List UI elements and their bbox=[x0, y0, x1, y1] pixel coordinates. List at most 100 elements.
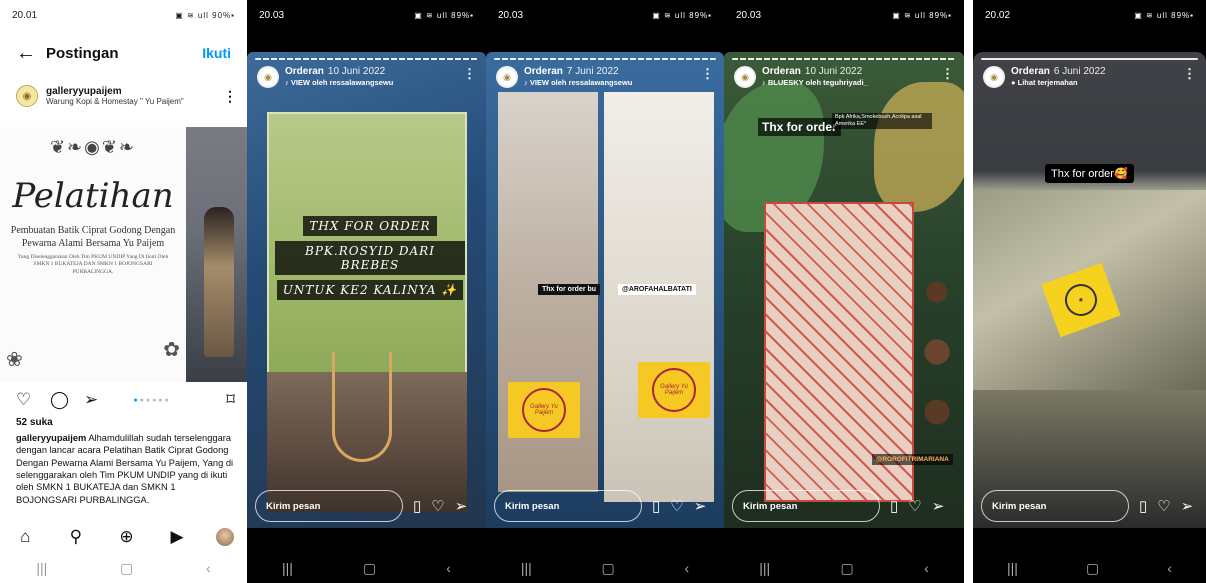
story-screen-1: 20.03 ▣ ≋ ull 89%▪ THX FOR ORDER BPK.ROS… bbox=[247, 0, 486, 583]
more-options-icon[interactable]: ⋮ bbox=[701, 66, 714, 82]
mention-sticker[interactable]: @AROFAHALBATATI bbox=[618, 284, 696, 295]
more-options-icon[interactable]: ⋮ bbox=[1183, 66, 1196, 82]
story-date: 10 Juni 2022 bbox=[327, 66, 386, 77]
home-icon[interactable]: ⌂ bbox=[13, 527, 37, 547]
see-translation-link[interactable]: ● Lihat terjemahan bbox=[1011, 78, 1183, 87]
story-account[interactable]: Orderan bbox=[285, 66, 324, 77]
create-plus-icon[interactable]: ⊕ bbox=[114, 527, 138, 547]
post-actions: ♡ ◯ ➢ ●●●●●● ⌑ bbox=[16, 388, 235, 412]
story-account[interactable]: Orderan bbox=[524, 66, 563, 77]
story-music[interactable]: ♪ VIEW oleh ressalawangsewu bbox=[285, 78, 463, 87]
reels-icon[interactable]: ▶ bbox=[165, 527, 189, 547]
share-send-icon[interactable]: ➢ bbox=[455, 497, 468, 515]
highlight-icon[interactable]: ▯ bbox=[652, 497, 660, 515]
home-button-icon[interactable]: ▢ bbox=[363, 560, 376, 577]
story-media[interactable]: THX FOR ORDER BPK.ROSYID DARI BREBES UNT… bbox=[247, 52, 486, 528]
story-progress bbox=[494, 58, 716, 60]
story-account[interactable]: Orderan bbox=[1011, 66, 1050, 77]
like-heart-icon[interactable]: ♡ bbox=[1157, 497, 1170, 515]
back-arrow-icon[interactable]: ← bbox=[16, 42, 46, 65]
share-send-icon[interactable]: ➢ bbox=[1181, 497, 1194, 515]
highlight-icon[interactable]: ▯ bbox=[1139, 497, 1147, 515]
like-heart-icon[interactable]: ♡ bbox=[670, 497, 683, 515]
story-music[interactable]: ♪ VIEW oleh ressalawangsewu bbox=[524, 78, 701, 87]
home-button-icon[interactable]: ▢ bbox=[120, 560, 133, 577]
more-options-icon[interactable]: ⋮ bbox=[463, 66, 476, 82]
send-message-input[interactable]: Kirim pesan bbox=[255, 490, 403, 522]
home-button-icon[interactable]: ▢ bbox=[602, 560, 615, 577]
recents-icon[interactable]: ||| bbox=[759, 560, 770, 576]
back-icon[interactable]: ‹ bbox=[924, 560, 929, 576]
like-heart-icon[interactable]: ♡ bbox=[431, 497, 444, 515]
story-text-sub: Bpk Afrika,Smokebush,Acolipa asal Amerik… bbox=[832, 113, 932, 130]
status-bar: 20.02 ▣ ≋ ull 89%▪ bbox=[973, 0, 1206, 30]
story-music[interactable]: ♪ BLUESKY oleh teguhriyadi_ bbox=[762, 78, 941, 87]
home-button-icon[interactable]: ▢ bbox=[1086, 560, 1099, 577]
recents-icon[interactable]: ||| bbox=[1007, 560, 1018, 576]
status-icons: ▣ ≋ ull 90%▪ bbox=[175, 10, 235, 20]
carousel-dots: ●●●●●● bbox=[133, 396, 171, 404]
highlight-icon[interactable]: ▯ bbox=[890, 497, 898, 515]
story-media[interactable]: Thx for order bu @AROFAHALBATATI Gallery… bbox=[486, 52, 724, 528]
search-icon[interactable]: ⚲ bbox=[64, 527, 88, 547]
caption-username[interactable]: galleryyupaijem bbox=[16, 433, 86, 443]
gallery-logo-icon: Gallery Yu Paijem bbox=[652, 368, 696, 412]
comment-icon[interactable]: ◯ bbox=[50, 390, 72, 410]
follow-button[interactable]: Ikuti bbox=[202, 45, 231, 61]
status-icons: ▣ ≋ ull 89%▪ bbox=[1134, 10, 1194, 20]
more-options-icon[interactable]: ⋮ bbox=[941, 66, 954, 82]
avatar[interactable]: ◉ bbox=[16, 85, 38, 107]
story-text-overlay: Thx for order bbox=[758, 118, 841, 136]
mention-sticker[interactable]: @ROROFITRIMARIANA bbox=[872, 454, 953, 465]
more-options-icon[interactable]: ⋮ bbox=[223, 88, 237, 105]
post-image-title: Pelatihan bbox=[12, 176, 174, 216]
send-message-input[interactable]: Kirim pesan bbox=[981, 490, 1129, 522]
flower-icon: ✿ bbox=[163, 339, 180, 361]
leaf-background bbox=[874, 82, 964, 212]
back-icon[interactable]: ‹ bbox=[446, 560, 451, 576]
back-icon[interactable]: ‹ bbox=[684, 560, 689, 576]
account-location[interactable]: Warung Kopi & Homestay " Yu Paijem" bbox=[46, 97, 223, 106]
overlay-line: UNTUK KE2 KALINYA ✨ bbox=[276, 280, 464, 300]
story-media[interactable]: Thx for order Bpk Afrika,Smokebush,Acoli… bbox=[724, 52, 964, 528]
avatar[interactable]: ◉ bbox=[734, 66, 756, 88]
story-account[interactable]: Orderan bbox=[762, 66, 801, 77]
post-account-row: ◉ galleryyupaijem Warung Kopi & Homestay… bbox=[16, 82, 237, 110]
post-image[interactable]: ❦❧◉❦❧ Pelatihan Pembuatan Batik Ciprat G… bbox=[0, 127, 186, 382]
send-message-input[interactable]: Kirim pesan bbox=[494, 490, 642, 522]
share-send-icon[interactable]: ➢ bbox=[84, 390, 106, 410]
back-icon[interactable]: ‹ bbox=[1167, 560, 1172, 576]
bottom-nav: ⌂ ⚲ ⊕ ▶ bbox=[0, 522, 247, 552]
gallery-logo-icon: ◉ bbox=[1060, 279, 1102, 321]
reply-bar: Kirim pesan ▯ ♡ ➢ bbox=[981, 489, 1193, 523]
batik-cloth-right bbox=[604, 92, 714, 502]
recents-icon[interactable]: ||| bbox=[282, 560, 293, 576]
story-media[interactable]: Thx for order🥰 ◉ bbox=[973, 52, 1206, 528]
avatar[interactable]: ◉ bbox=[257, 66, 279, 88]
post-image-subtitle: Pembuatan Batik Ciprat Godong Dengan Pew… bbox=[10, 225, 176, 249]
story-date: 7 Juni 2022 bbox=[566, 66, 619, 77]
status-time: 20.03 bbox=[498, 9, 524, 21]
status-time: 20.01 bbox=[12, 9, 38, 21]
share-send-icon[interactable]: ➢ bbox=[932, 497, 945, 515]
like-heart-icon[interactable]: ♡ bbox=[908, 497, 921, 515]
like-heart-icon[interactable]: ♡ bbox=[16, 390, 38, 410]
avatar[interactable]: ◉ bbox=[496, 66, 518, 88]
system-nav: ||| ▢ ‹ bbox=[0, 553, 247, 583]
bookmark-icon[interactable]: ⌑ bbox=[226, 390, 235, 410]
highlight-icon[interactable]: ▯ bbox=[413, 497, 421, 515]
home-button-icon[interactable]: ▢ bbox=[841, 560, 854, 577]
account-username[interactable]: galleryyupaijem bbox=[46, 86, 223, 97]
like-count[interactable]: 52 suka bbox=[16, 417, 53, 428]
send-message-input[interactable]: Kirim pesan bbox=[732, 490, 880, 522]
share-send-icon[interactable]: ➢ bbox=[694, 497, 707, 515]
back-icon[interactable]: ‹ bbox=[206, 560, 211, 576]
story-header: ◉ Orderan 10 Juni 2022 ♪ VIEW oleh ressal… bbox=[257, 66, 476, 92]
story-progress bbox=[255, 58, 478, 60]
system-nav: ||| ▢ ‹ bbox=[247, 553, 486, 583]
recents-icon[interactable]: ||| bbox=[521, 560, 532, 576]
profile-avatar[interactable] bbox=[215, 528, 234, 546]
recents-icon[interactable]: ||| bbox=[36, 560, 47, 576]
status-bar: 20.01 ▣ ≋ ull 90%▪ bbox=[0, 0, 247, 30]
avatar[interactable]: ◉ bbox=[983, 66, 1005, 88]
